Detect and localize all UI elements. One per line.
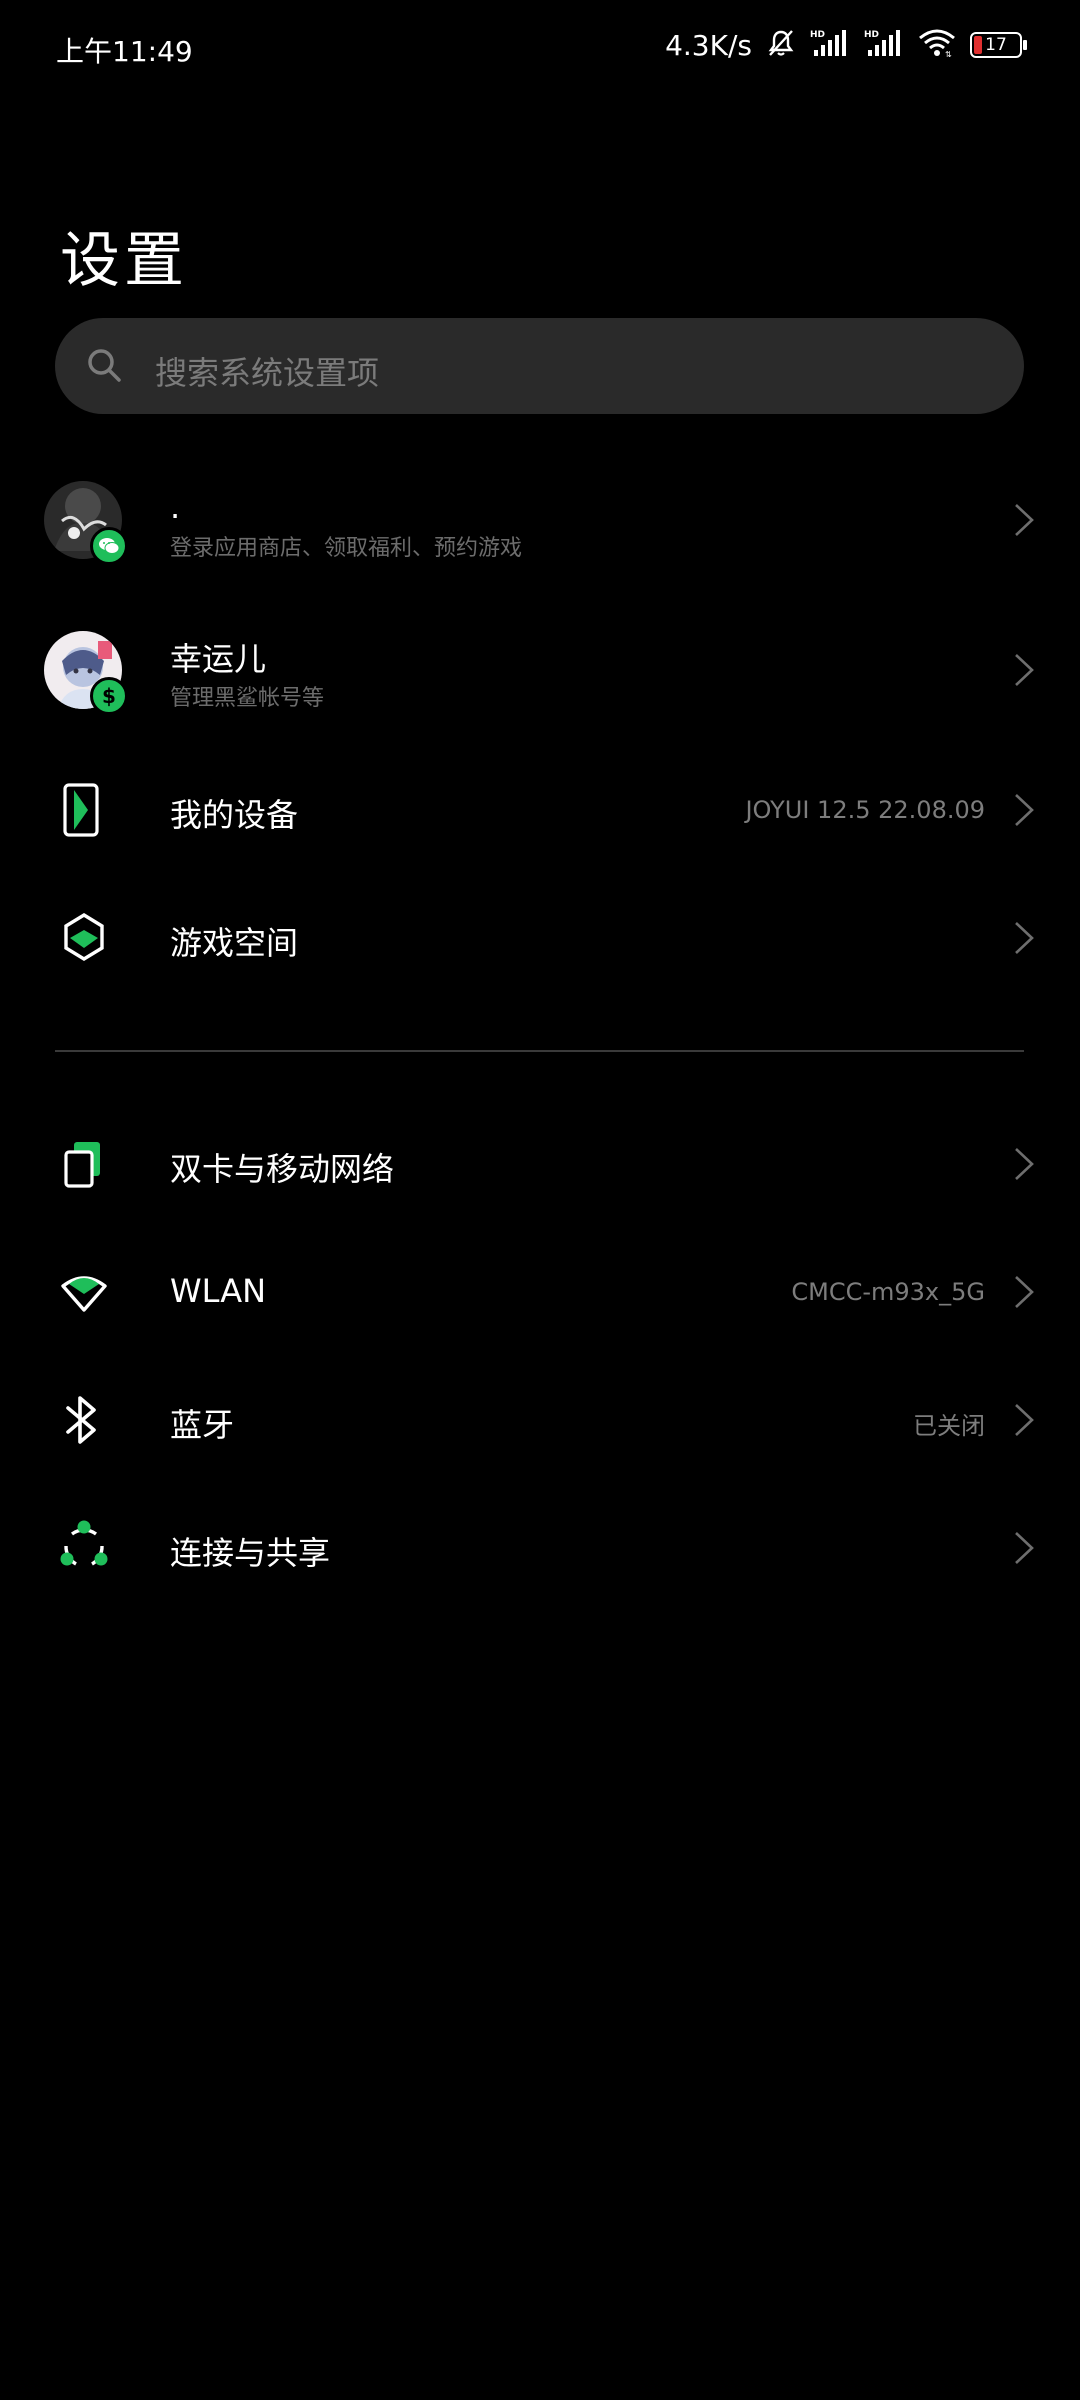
svg-text:⇅: ⇅ xyxy=(945,50,952,58)
svg-text:HD: HD xyxy=(864,30,879,40)
bluetooth-status: 已关闭 xyxy=(913,1412,985,1440)
chevron-right-icon xyxy=(1012,1274,1036,1314)
status-bar: 上午11:49 4.3K/s HD HD ⇅ 17 xyxy=(0,0,1080,100)
account-subtitle: 管理黑鲨帐号等 xyxy=(170,686,325,711)
status-time: 上午11:49 xyxy=(56,35,193,68)
wifi-icon xyxy=(60,1270,108,1318)
signal-hd-2-icon: HD xyxy=(864,28,904,62)
page-title: 设置 xyxy=(60,226,188,296)
menu-item-bluetooth[interactable]: 蓝牙 已关闭 xyxy=(0,1380,1080,1460)
chevron-right-icon xyxy=(1012,792,1036,832)
svg-text:HD: HD xyxy=(810,30,825,40)
menu-item-label: 蓝牙 xyxy=(170,1406,235,1444)
wechat-badge-icon xyxy=(90,527,128,565)
chevron-right-icon xyxy=(1012,652,1036,692)
phone-device-icon xyxy=(62,782,106,842)
chevron-right-icon xyxy=(1012,1146,1036,1186)
menu-item-connection-sharing[interactable]: 连接与共享 xyxy=(0,1508,1080,1588)
avatar: $ xyxy=(44,631,128,715)
account-name: 幸运儿 xyxy=(170,640,267,678)
menu-item-game-space[interactable]: 游戏空间 xyxy=(0,898,1080,978)
search-icon xyxy=(85,346,125,390)
chevron-right-icon xyxy=(1012,1530,1036,1570)
game-space-icon xyxy=(62,912,106,966)
account-subtitle: 登录应用商店、领取福利、预约游戏 xyxy=(170,536,523,561)
bluetooth-icon xyxy=(62,1394,102,1450)
mute-bell-icon xyxy=(766,28,796,62)
menu-item-wlan[interactable]: WLAN CMCC-m93x_5G xyxy=(0,1252,1080,1332)
os-version: JOYUI 12.5 22.08.09 xyxy=(745,796,985,824)
battery-icon: 17 xyxy=(970,32,1027,58)
menu-item-label: 游戏空间 xyxy=(170,924,299,962)
account-row-wechat[interactable]: . 登录应用商店、领取福利、预约游戏 xyxy=(0,480,1080,590)
menu-item-label: WLAN xyxy=(170,1272,267,1310)
menu-item-my-device[interactable]: 我的设备 JOYUI 12.5 22.08.09 xyxy=(0,770,1080,850)
account-row-blackshark[interactable]: $ 幸运儿 管理黑鲨帐号等 xyxy=(0,630,1080,740)
blackshark-badge-icon: $ xyxy=(90,677,128,715)
menu-item-label: 连接与共享 xyxy=(170,1534,331,1572)
avatar xyxy=(44,481,128,565)
wlan-ssid: CMCC-m93x_5G xyxy=(791,1278,985,1306)
chevron-right-icon xyxy=(1012,502,1036,542)
sim-card-icon xyxy=(62,1140,106,1194)
search-placeholder: 搜索系统设置项 xyxy=(155,354,380,392)
account-name: . xyxy=(170,488,181,526)
chevron-right-icon xyxy=(1012,1402,1036,1442)
search-input[interactable]: 搜索系统设置项 xyxy=(55,318,1024,414)
chevron-right-icon xyxy=(1012,920,1036,960)
menu-item-label: 我的设备 xyxy=(170,796,299,834)
network-speed: 4.3K/s xyxy=(665,28,752,62)
status-icons: 4.3K/s HD HD ⇅ 17 xyxy=(665,28,1027,62)
section-divider xyxy=(55,1050,1024,1052)
wifi-status-icon: ⇅ xyxy=(918,28,956,62)
menu-item-label: 双卡与移动网络 xyxy=(170,1150,395,1188)
signal-hd-1-icon: HD xyxy=(810,28,850,62)
battery-level: 17 xyxy=(985,35,1007,55)
share-connection-icon xyxy=(58,1520,110,1576)
menu-item-sim-network[interactable]: 双卡与移动网络 xyxy=(0,1124,1080,1204)
